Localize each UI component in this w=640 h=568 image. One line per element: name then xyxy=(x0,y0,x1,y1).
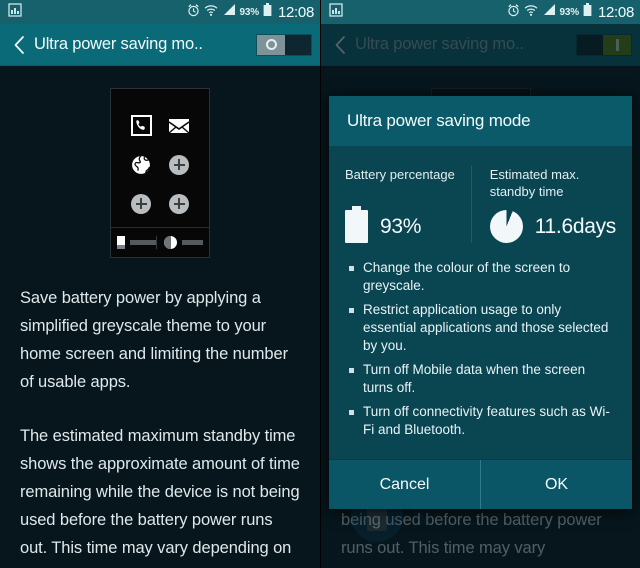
add-app-icon[interactable] xyxy=(131,193,151,214)
alarm-clock-icon xyxy=(187,3,200,22)
wifi-icon xyxy=(524,3,538,22)
page-title: Ultra power saving mo.. xyxy=(34,35,203,53)
battery-slider[interactable] xyxy=(117,236,156,249)
back-chevron-icon[interactable] xyxy=(331,32,349,58)
slider-track xyxy=(182,240,203,245)
left-content: Save battery power by applying a simplif… xyxy=(0,66,320,568)
status-bar-notifications xyxy=(329,2,507,22)
stat-value-row: 11.6days xyxy=(489,210,617,243)
list-item: Turn off connectivity features such as W… xyxy=(347,403,616,439)
action-bar: Ultra power saving mo.. xyxy=(0,24,320,66)
pie-chart-icon xyxy=(489,210,523,243)
image-icon xyxy=(8,2,22,22)
cellular-signal-icon xyxy=(542,3,556,21)
slider-track xyxy=(130,240,156,245)
status-bar: 93% 12:08 xyxy=(0,0,320,24)
stat-value: 11.6days xyxy=(534,214,617,238)
battery-icon xyxy=(263,2,272,22)
battery-icon xyxy=(583,2,592,22)
page-title: Ultra power saving mo.. xyxy=(355,35,524,53)
ultra-power-saving-dialog: Ultra power saving mode Battery percenta… xyxy=(329,96,632,509)
clock-label: 12:08 xyxy=(277,3,314,21)
cellular-signal-icon xyxy=(222,3,236,21)
list-item: Turn off Mobile data when the screen tur… xyxy=(347,361,616,397)
battery-icon xyxy=(345,206,368,243)
status-bar-indicators: 93% 12:08 xyxy=(187,2,314,22)
description-paragraph-1: Save battery power by applying a simplif… xyxy=(20,289,288,391)
alarm-clock-icon xyxy=(507,3,520,22)
status-bar-indicators: 93% 12:08 xyxy=(507,2,634,22)
brightness-icon xyxy=(164,236,177,249)
list-item: Restrict application usage to only essen… xyxy=(347,301,616,355)
description-paragraph-2: The estimated maximum standby time shows… xyxy=(20,427,300,568)
app-grid xyxy=(118,96,202,227)
battery-icon xyxy=(117,236,125,249)
description-text: Save battery power by applying a simplif… xyxy=(0,258,320,568)
stat-label: Estimated max. standby time xyxy=(489,167,580,199)
image-icon xyxy=(329,2,343,22)
stat-value-row: 93% xyxy=(345,206,465,243)
phone-mockup xyxy=(110,88,210,258)
add-app-icon[interactable] xyxy=(169,193,189,214)
phone-app-icon[interactable] xyxy=(129,114,153,138)
battery-percent-label: 93% xyxy=(239,6,260,18)
wifi-icon xyxy=(204,3,218,22)
status-bar-notifications xyxy=(8,2,187,22)
back-chevron-icon[interactable] xyxy=(10,32,28,58)
toggle-off-glyph-icon xyxy=(265,39,277,50)
browser-app-icon[interactable] xyxy=(129,153,153,177)
stat-label: Battery percentage xyxy=(345,167,455,182)
brightness-slider[interactable] xyxy=(156,236,203,249)
dialog-actions: Cancel OK xyxy=(329,459,632,509)
toggle-track xyxy=(284,34,311,55)
ultra-power-saving-toggle[interactable] xyxy=(576,33,632,56)
battery-percent-label: 93% xyxy=(559,6,580,18)
list-item: Change the colour of the screen to greys… xyxy=(347,259,616,295)
toggle-knob-on xyxy=(603,34,631,55)
stat-battery-percentage: Battery percentage 93% xyxy=(339,166,471,243)
home-screen-preview xyxy=(0,66,320,258)
toggle-on-glyph-icon xyxy=(615,38,619,51)
ok-button[interactable]: OK xyxy=(480,460,632,509)
dialog-bullet-list: Change the colour of the screen to greys… xyxy=(329,257,632,459)
action-bar: Ultra power saving mo.. xyxy=(321,24,640,66)
add-app-icon[interactable] xyxy=(169,154,189,175)
left-screen: 93% 12:08 Ultra power saving mo.. Save b… xyxy=(0,0,320,568)
ultra-power-saving-toggle[interactable] xyxy=(256,33,312,56)
stat-standby-time: Estimated max. standby time 11.6days xyxy=(470,166,622,243)
stat-value: 93% xyxy=(380,214,422,238)
status-bar: 93% 12:08 xyxy=(321,0,640,24)
clock-label: 12:08 xyxy=(597,3,634,21)
right-screen: 93% 12:08 Ultra power saving mo.. used b… xyxy=(320,0,640,568)
dialog-title: Ultra power saving mode xyxy=(329,96,632,146)
toggle-knob-off xyxy=(257,34,285,55)
preview-sliders xyxy=(111,227,209,257)
screenshot-stage: 93% 12:08 Ultra power saving mo.. Save b… xyxy=(0,0,640,568)
dialog-stats: Battery percentage 93% Estimated max. st… xyxy=(329,146,632,257)
cancel-button[interactable]: Cancel xyxy=(329,460,480,509)
email-app-icon[interactable] xyxy=(167,114,191,138)
